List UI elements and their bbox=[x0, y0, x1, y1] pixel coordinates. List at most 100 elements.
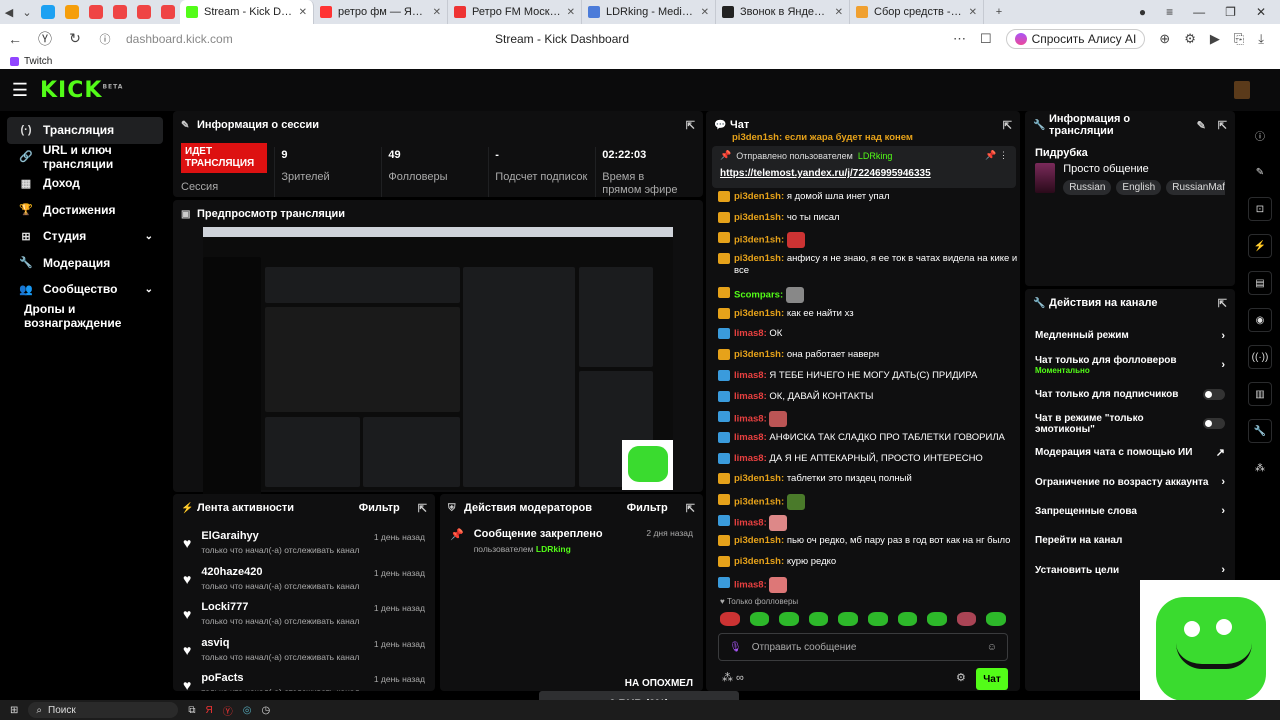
extensions-icon[interactable]: ⚙ bbox=[1184, 31, 1196, 47]
browser-tab[interactable]: Stream - Kick Dashboar ✕ bbox=[180, 0, 314, 24]
chat-username[interactable]: pi3den1sh bbox=[734, 253, 781, 264]
stream-tag[interactable]: RussianMafia bbox=[1166, 180, 1225, 195]
sidebar-item[interactable]: 👥 Сообщество ⌄ bbox=[7, 276, 163, 303]
chat-send-button[interactable]: Чат bbox=[976, 668, 1008, 690]
reload-button[interactable]: ↻ bbox=[60, 30, 90, 47]
channel-action-row[interactable]: Чат только для подписчиков bbox=[1025, 380, 1235, 409]
chat-username[interactable]: Scompars bbox=[734, 290, 780, 301]
activity-user[interactable]: ElGaraihyy bbox=[201, 530, 359, 542]
mod-action-user[interactable]: LDRking bbox=[536, 544, 571, 554]
browser-tab[interactable]: Ретро FM Москва - ✕ bbox=[448, 0, 582, 24]
channel-action-row[interactable]: Чат в режиме "только эмотиконы" bbox=[1025, 409, 1235, 438]
activity-user[interactable]: 420haze420 bbox=[201, 566, 359, 578]
chat-username[interactable]: pi3den1sh bbox=[734, 308, 781, 319]
emote-icon[interactable] bbox=[986, 612, 1006, 626]
chevron-down-icon[interactable]: ⌄ bbox=[145, 284, 153, 295]
activity-filter-button[interactable]: Фильтр bbox=[359, 502, 400, 515]
popout-icon[interactable]: ⇱ bbox=[418, 502, 427, 515]
restore-button[interactable]: ❐ bbox=[1225, 5, 1236, 19]
sidebar-item[interactable]: 🔗 URL и ключ трансляции bbox=[7, 143, 163, 171]
chat-settings-icon[interactable]: ⚙ bbox=[956, 671, 966, 684]
chat-username[interactable]: limas8 bbox=[734, 391, 764, 402]
emote-icon[interactable] bbox=[749, 612, 770, 626]
toggle-switch[interactable] bbox=[1203, 388, 1225, 400]
emote-icon[interactable] bbox=[779, 612, 799, 626]
close-tab-icon[interactable]: ✕ bbox=[701, 7, 709, 18]
popout-icon[interactable]: ⇱ bbox=[686, 502, 695, 515]
taskbar-search[interactable]: ⌕ Поиск bbox=[28, 702, 179, 718]
popout-icon[interactable]: ⇱ bbox=[686, 119, 695, 132]
mod-filter-button[interactable]: Фильтр bbox=[627, 502, 668, 515]
sidebar-item[interactable]: ▦ Доход bbox=[7, 170, 163, 197]
chat-username[interactable]: pi3den1sh bbox=[734, 235, 781, 246]
emote-icon[interactable] bbox=[720, 612, 740, 626]
close-tab-icon[interactable]: ✕ bbox=[969, 7, 977, 18]
channel-action-row[interactable]: Медленный режим › bbox=[1025, 321, 1235, 350]
document-icon[interactable]: ▤ bbox=[1248, 271, 1272, 295]
pinned-tab[interactable] bbox=[113, 5, 127, 19]
chat-username[interactable]: limas8 bbox=[734, 453, 764, 464]
chat-username[interactable]: limas8 bbox=[734, 328, 764, 339]
browser-tab[interactable]: Сбор средств - Виджеты ✕ bbox=[850, 0, 984, 24]
close-window-button[interactable]: ✕ bbox=[1256, 5, 1266, 19]
bookmark-twitch[interactable]: Twitch bbox=[24, 56, 52, 67]
chat-extra-icon[interactable]: ⁂ ∞ bbox=[722, 671, 744, 684]
emote-icon[interactable] bbox=[838, 612, 858, 626]
more-icon[interactable]: ⁂ bbox=[1248, 456, 1272, 480]
stream-preview-video[interactable] bbox=[203, 227, 673, 497]
sidebar-item[interactable]: (·) Трансляция bbox=[7, 117, 163, 144]
chat-username[interactable]: limas8 bbox=[734, 414, 764, 425]
chevron-down-icon[interactable]: ⌄ bbox=[18, 6, 36, 19]
stream-tag[interactable]: English bbox=[1116, 180, 1162, 195]
chat-username[interactable]: pi3den1sh bbox=[734, 496, 781, 507]
task-view-icon[interactable]: ⧉ bbox=[188, 705, 195, 716]
chat-username[interactable]: pi3den1sh bbox=[734, 556, 781, 567]
chat-username[interactable]: pi3den1sh bbox=[734, 535, 781, 546]
hamburger-menu-icon[interactable]: ☰ bbox=[0, 80, 40, 101]
emoji-icon[interactable]: ☺ bbox=[987, 642, 997, 653]
yandex-app-icon[interactable]: Я bbox=[206, 705, 213, 716]
steam-icon[interactable]: ◎ bbox=[243, 705, 252, 716]
popout-icon[interactable]: ⇱ bbox=[1003, 119, 1012, 132]
app-icon[interactable]: ◷ bbox=[262, 705, 271, 716]
info-icon[interactable]: ⓘ bbox=[1248, 123, 1272, 147]
chat-message-input[interactable]: 🎙 Отправить сообщение ☺ bbox=[718, 633, 1008, 661]
browser-tab[interactable]: ретро фм — Яндекс: наш ✕ bbox=[314, 0, 448, 24]
chat-username[interactable]: pi3den1sh bbox=[734, 349, 781, 360]
pinned-link[interactable]: https://telemost.yandex.ru/j/72246995946… bbox=[720, 168, 1008, 179]
profile-avatar[interactable]: ● bbox=[1139, 5, 1146, 19]
stream-tag[interactable]: Russian bbox=[1063, 180, 1112, 195]
chat-icon[interactable]: ◉ bbox=[1248, 308, 1272, 332]
broadcast-icon[interactable]: ((·)) bbox=[1248, 345, 1272, 369]
activity-user[interactable]: poFacts bbox=[201, 672, 359, 684]
pinned-user[interactable]: LDRking bbox=[858, 151, 893, 161]
activity-user[interactable]: Locki777 bbox=[201, 601, 359, 613]
audio-icon[interactable]: ◀ bbox=[0, 6, 18, 19]
channel-action-row[interactable]: Ограничение по возрасту аккаунта › bbox=[1025, 467, 1235, 496]
pinned-tab[interactable] bbox=[161, 5, 175, 19]
emote-icon[interactable] bbox=[897, 612, 918, 626]
user-avatar[interactable] bbox=[1234, 81, 1250, 99]
windows-start-icon[interactable]: ⊞ bbox=[10, 705, 18, 716]
yandex-icon[interactable]: Ⓨ bbox=[30, 29, 60, 49]
url-field[interactable]: dashboard.kick.com bbox=[126, 32, 376, 46]
site-info-icon[interactable]: ⓘ bbox=[90, 31, 120, 47]
chat-username[interactable]: pi3den1sh bbox=[734, 191, 781, 202]
download-icon[interactable]: ⤓ bbox=[1258, 31, 1264, 47]
pinned-tab[interactable] bbox=[89, 5, 103, 19]
pinned-tab[interactable] bbox=[65, 5, 79, 19]
edit-icon[interactable]: ✎ bbox=[1248, 160, 1272, 184]
channel-action-row[interactable]: Модерация чата с помощью ИИ ↗ bbox=[1025, 438, 1235, 467]
emote-icon[interactable] bbox=[927, 612, 947, 626]
bookmark-icon[interactable]: ☐ bbox=[980, 31, 992, 47]
menu-icon[interactable]: ≡ bbox=[1166, 5, 1173, 19]
browser-tab[interactable]: Звонок в Яндекс Телемо ✕ bbox=[716, 0, 850, 24]
close-tab-icon[interactable]: ✕ bbox=[567, 7, 575, 18]
translate-icon[interactable]: ⊕ bbox=[1159, 31, 1170, 47]
chat-username[interactable]: limas8 bbox=[734, 579, 764, 590]
chat-username[interactable]: pi3den1sh bbox=[734, 212, 781, 223]
sidebar-item[interactable]: 🔧 Модерация bbox=[7, 250, 163, 277]
chat-username[interactable]: limas8 bbox=[734, 432, 764, 443]
layout-icon[interactable]: ▥ bbox=[1248, 382, 1272, 406]
collections-icon[interactable]: ⎘ bbox=[1234, 31, 1244, 47]
